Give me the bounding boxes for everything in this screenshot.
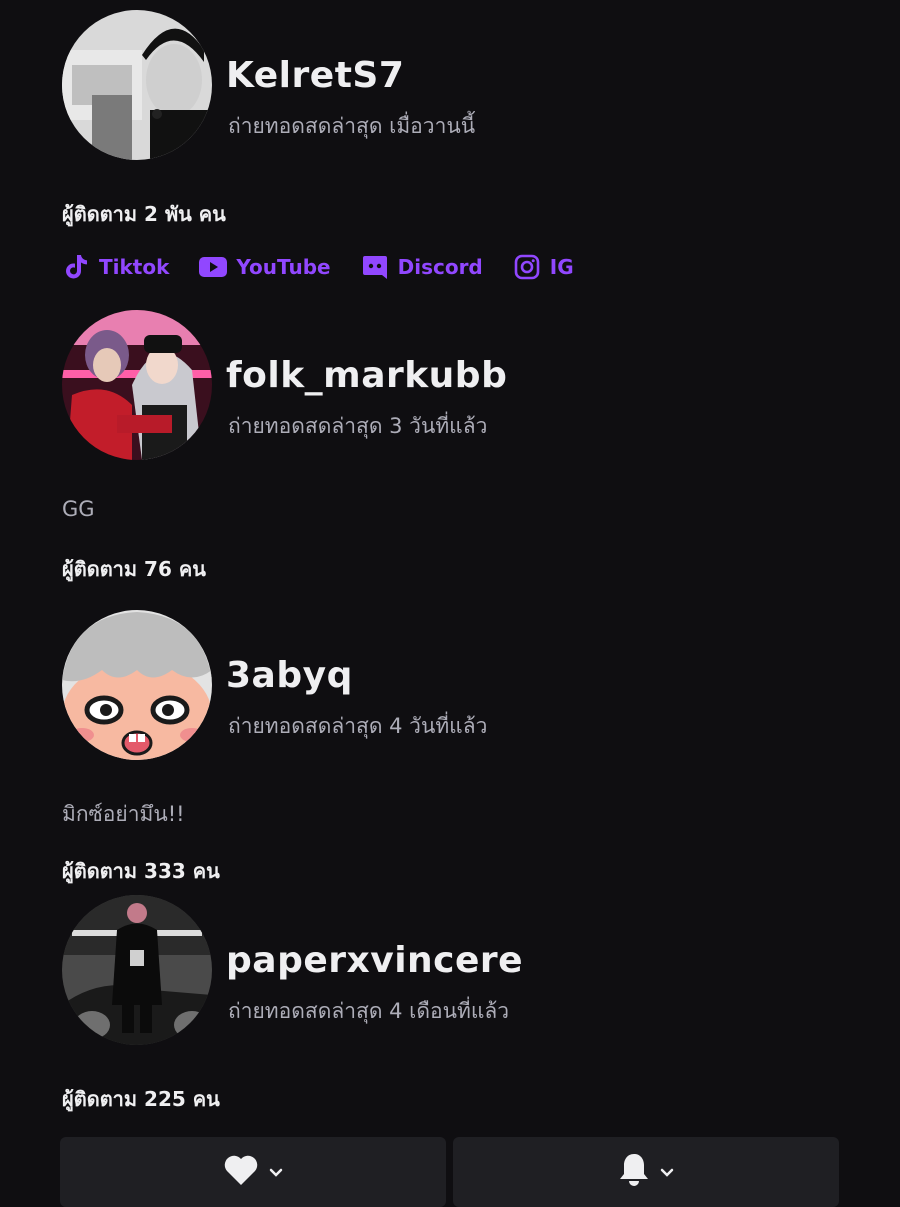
social-link-label: Tiktok	[99, 255, 170, 279]
channel-bio: GG	[62, 497, 95, 521]
channel-name[interactable]: paperxvincere	[226, 940, 523, 981]
chevron-down-icon	[660, 1163, 674, 1182]
social-link-label: Discord	[397, 255, 483, 279]
avatar-image	[62, 310, 212, 460]
channel-name[interactable]: folk_markubb	[226, 355, 507, 396]
channel-name[interactable]: KelretS7	[226, 55, 404, 96]
social-link-youtube[interactable]: YouTube	[199, 253, 331, 281]
follower-count: ผู้ติดตาม 333 คน	[62, 859, 220, 883]
notification-button[interactable]	[453, 1137, 839, 1207]
channel-name[interactable]: 3abyq	[226, 655, 353, 696]
bell-icon	[618, 1152, 650, 1192]
follower-count: ผู้ติดตาม 225 คน	[62, 1087, 220, 1111]
social-link-label: IG	[549, 255, 574, 279]
avatar-image	[62, 895, 212, 1045]
last-live-text: ถ่ายทอดสดล่าสุด 4 วันที่แล้ว	[228, 714, 488, 738]
social-links: Tiktok YouTube Discord IG	[62, 250, 604, 284]
avatar[interactable]	[62, 310, 212, 460]
social-link-label: YouTube	[236, 255, 331, 279]
social-link-instagram[interactable]: IG	[513, 253, 574, 281]
chevron-down-icon	[269, 1163, 283, 1182]
avatar-image	[62, 610, 212, 760]
last-live-text: ถ่ายทอดสดล่าสุด เมื่อวานนี้	[228, 114, 476, 138]
follower-count: ผู้ติดตาม 76 คน	[62, 557, 206, 581]
avatar[interactable]	[62, 10, 212, 160]
last-live-text: ถ่ายทอดสดล่าสุด 4 เดือนที่แล้ว	[228, 999, 510, 1023]
avatar-image	[62, 10, 212, 160]
channel-bio: มิกซ์อย่ามึน!!	[62, 802, 185, 826]
last-live-text: ถ่ายทอดสดล่าสุด 3 วันที่แล้ว	[228, 414, 488, 438]
follow-button[interactable]	[60, 1137, 446, 1207]
social-link-discord[interactable]: Discord	[361, 253, 483, 281]
social-link-tiktok[interactable]: Tiktok	[62, 253, 169, 281]
avatar[interactable]	[62, 610, 212, 760]
discord-icon	[361, 253, 389, 281]
avatar[interactable]	[62, 895, 212, 1045]
tiktok-icon	[62, 253, 90, 281]
follower-count: ผู้ติดตาม 2 พัน คน	[62, 202, 226, 226]
heart-icon	[223, 1154, 259, 1190]
bottom-action-bar	[60, 1137, 840, 1207]
youtube-icon	[199, 253, 228, 281]
instagram-icon	[513, 253, 541, 281]
